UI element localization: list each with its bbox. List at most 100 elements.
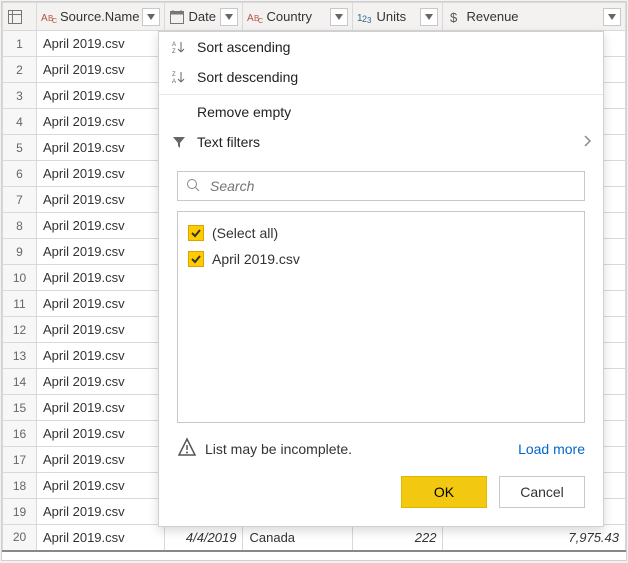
filter-dropdown-icon[interactable]	[330, 8, 348, 26]
country-cell: Canada	[243, 525, 353, 551]
row-number-cell: 10	[3, 265, 37, 291]
sort-descending-item[interactable]: ZA Sort descending	[159, 62, 603, 92]
text-type-icon: ABC	[247, 9, 263, 25]
svg-text:3: 3	[367, 16, 372, 24]
text-filters-item[interactable]: Text filters	[159, 127, 603, 157]
filter-dropdown-icon[interactable]	[142, 8, 160, 26]
source-name-cell: April 2019.csv	[37, 343, 165, 369]
source-name-cell: April 2019.csv	[37, 83, 165, 109]
menu-label: Text filters	[197, 134, 573, 150]
filter-search-box[interactable]	[177, 171, 585, 201]
button-label: Cancel	[520, 484, 564, 500]
svg-text:A: A	[41, 13, 48, 24]
filter-values-list: (Select all) April 2019.csv	[177, 211, 585, 423]
col-label: Units	[376, 9, 417, 24]
date-cell: 4/4/2019	[165, 525, 243, 551]
col-source-name[interactable]: ABC Source.Name	[37, 3, 165, 31]
filter-value-row[interactable]: April 2019.csv	[188, 246, 574, 272]
menu-label: Remove empty	[197, 104, 591, 120]
incomplete-warning-row: List may be incomplete. Load more	[159, 423, 603, 470]
column-filter-panel: AZ Sort ascending ZA Sort descending Rem…	[158, 31, 604, 527]
revenue-cell: 7,975.43	[443, 525, 626, 551]
svg-text:Z: Z	[172, 49, 176, 54]
ok-button[interactable]: OK	[401, 476, 487, 508]
source-name-cell: April 2019.csv	[37, 421, 165, 447]
source-name-cell: April 2019.csv	[37, 31, 165, 57]
table-row[interactable]: 20April 2019.csv4/4/2019Canada2227,975.4…	[3, 525, 626, 551]
svg-text:$: $	[450, 10, 458, 24]
source-name-cell: April 2019.csv	[37, 499, 165, 525]
row-number-cell: 5	[3, 135, 37, 161]
dialog-buttons: OK Cancel	[159, 470, 603, 526]
col-label: Source.Name	[60, 9, 139, 24]
text-type-icon: ABC	[41, 9, 57, 25]
svg-text:A: A	[247, 13, 254, 24]
menu-separator	[159, 94, 603, 95]
select-all-row[interactable]: (Select all)	[188, 220, 574, 246]
row-number-cell: 2	[3, 57, 37, 83]
warning-icon	[177, 437, 197, 460]
select-all-label: (Select all)	[212, 225, 278, 241]
table-icon	[7, 9, 23, 25]
row-number-cell: 15	[3, 395, 37, 421]
row-number-cell: 1	[3, 31, 37, 57]
svg-text:Z: Z	[172, 72, 176, 78]
remove-empty-item[interactable]: Remove empty	[159, 97, 603, 127]
filter-dropdown-icon[interactable]	[220, 8, 238, 26]
row-number-cell: 4	[3, 109, 37, 135]
checkbox-checked-icon[interactable]	[188, 225, 204, 241]
sort-asc-icon: AZ	[171, 40, 187, 54]
col-country[interactable]: ABC Country	[243, 3, 353, 31]
filter-dropdown-icon[interactable]	[603, 8, 621, 26]
col-units[interactable]: 123 Units	[353, 3, 443, 31]
row-number-cell: 9	[3, 239, 37, 265]
source-name-cell: April 2019.csv	[37, 187, 165, 213]
source-name-cell: April 2019.csv	[37, 239, 165, 265]
cancel-button[interactable]: Cancel	[499, 476, 585, 508]
col-label: Revenue	[466, 9, 600, 24]
row-number-cell: 17	[3, 447, 37, 473]
row-number-cell: 11	[3, 291, 37, 317]
sort-desc-icon: ZA	[171, 70, 187, 84]
source-name-cell: April 2019.csv	[37, 525, 165, 551]
svg-text:C: C	[258, 18, 263, 24]
load-more-link[interactable]: Load more	[518, 441, 585, 457]
source-name-cell: April 2019.csv	[37, 57, 165, 83]
source-name-cell: April 2019.csv	[37, 109, 165, 135]
row-number-cell: 8	[3, 213, 37, 239]
search-input[interactable]	[208, 177, 576, 195]
col-label: Country	[266, 9, 327, 24]
col-revenue[interactable]: $ Revenue	[443, 3, 626, 31]
header-row: ABC Source.Name Date	[3, 3, 626, 31]
row-number-cell: 14	[3, 369, 37, 395]
row-number-cell: 7	[3, 187, 37, 213]
button-label: OK	[434, 484, 454, 500]
svg-text:C: C	[52, 18, 57, 24]
col-date[interactable]: Date	[165, 3, 243, 31]
svg-text:A: A	[172, 79, 176, 84]
source-name-cell: April 2019.csv	[37, 395, 165, 421]
menu-label: Sort ascending	[197, 39, 591, 55]
currency-type-icon: $	[447, 9, 463, 25]
search-icon	[186, 178, 200, 195]
checkbox-checked-icon[interactable]	[188, 251, 204, 267]
row-number-cell: 16	[3, 421, 37, 447]
source-name-cell: April 2019.csv	[37, 473, 165, 499]
filter-dropdown-icon[interactable]	[420, 8, 438, 26]
units-cell: 222	[353, 525, 443, 551]
row-number-cell: 13	[3, 343, 37, 369]
source-name-cell: April 2019.csv	[37, 161, 165, 187]
source-name-cell: April 2019.csv	[37, 265, 165, 291]
date-type-icon	[169, 9, 185, 25]
source-name-cell: April 2019.csv	[37, 369, 165, 395]
row-number-cell: 3	[3, 83, 37, 109]
row-number-cell: 18	[3, 473, 37, 499]
sort-ascending-item[interactable]: AZ Sort ascending	[159, 32, 603, 62]
source-name-cell: April 2019.csv	[37, 317, 165, 343]
funnel-icon	[171, 135, 187, 149]
filter-value-label: April 2019.csv	[212, 251, 300, 267]
menu-label: Sort descending	[197, 69, 591, 85]
row-number-cell: 6	[3, 161, 37, 187]
number-type-icon: 123	[357, 9, 373, 25]
col-label: Date	[188, 9, 217, 24]
